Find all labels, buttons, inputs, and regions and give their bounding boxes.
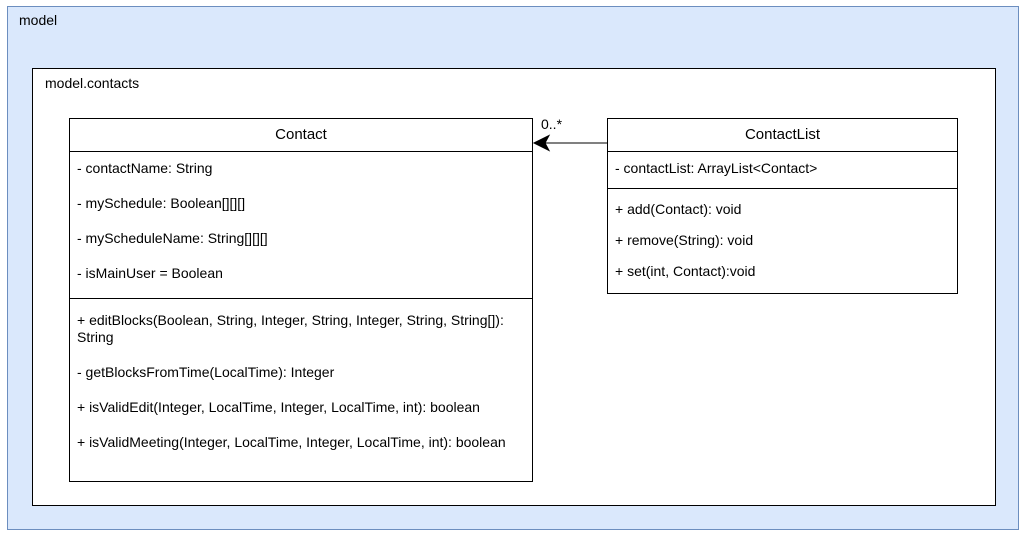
class-contact-name: Contact bbox=[70, 119, 532, 152]
class-contactlist-attributes: - contactList: ArrayList<Contact> bbox=[608, 152, 957, 189]
package-model-label: model bbox=[19, 12, 58, 28]
package-model-contacts-label: model.contacts bbox=[45, 75, 140, 91]
class-contactlist-name: ContactList bbox=[608, 119, 957, 152]
contactlist-operation: + add(Contact): void bbox=[615, 201, 742, 217]
class-contactlist-operations: + add(Contact): void + remove(String): v… bbox=[608, 189, 957, 294]
contactlist-attribute: - contactList: ArrayList<Contact> bbox=[615, 160, 818, 176]
contact-attribute: - mySchedule: Boolean[][][] bbox=[77, 195, 246, 211]
class-contact-operations: + editBlocks(Boolean, String, Integer, S… bbox=[70, 299, 532, 451]
contact-operation: + isValidEdit(Integer, LocalTime, Intege… bbox=[77, 399, 480, 415]
contact-operation: + editBlocks(Boolean, String, Integer, S… bbox=[77, 312, 504, 345]
contact-attribute: - myScheduleName: String[][][] bbox=[77, 230, 268, 246]
contact-attribute: - contactName: String bbox=[77, 160, 213, 176]
association-multiplicity: 0..* bbox=[541, 116, 563, 132]
contact-operation: + isValidMeeting(Integer, LocalTime, Int… bbox=[77, 434, 506, 450]
class-contactlist[interactable]: ContactList - contactList: ArrayList<Con… bbox=[607, 118, 958, 294]
contactlist-operation: + set(int, Contact):void bbox=[615, 263, 756, 279]
class-contact[interactable]: Contact - contactName: String - mySchedu… bbox=[69, 118, 533, 482]
contactlist-operation: + remove(String): void bbox=[615, 232, 754, 248]
contact-attribute: - isMainUser = Boolean bbox=[77, 265, 223, 281]
class-contact-attributes: - contactName: String - mySchedule: Bool… bbox=[70, 152, 532, 299]
contact-operation: - getBlocksFromTime(LocalTime): Integer bbox=[77, 364, 335, 380]
